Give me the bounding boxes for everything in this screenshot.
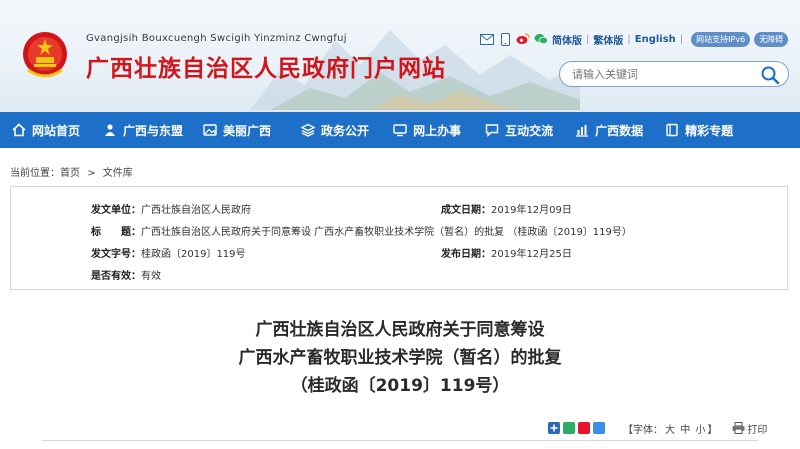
nav-label: 网上办事: [413, 123, 462, 138]
title-label: 标 题：: [91, 227, 141, 238]
separator: |: [627, 33, 631, 45]
search-input[interactable]: [572, 66, 752, 83]
nav-item-interaction[interactable]: 互动交流: [475, 112, 563, 148]
site-title[interactable]: 广西壮族自治区人民政府门户网站: [86, 49, 446, 83]
people-icon: [105, 124, 116, 136]
print-button[interactable]: 打印: [732, 421, 767, 436]
share-weibo-icon[interactable]: [578, 422, 590, 434]
issuer-row: 发文单位：广西壮族自治区人民政府: [91, 201, 251, 216]
simplified-link[interactable]: 简体版: [552, 32, 582, 47]
monitor-icon: [393, 124, 407, 137]
main-nav: 网站首页 广西与东盟 美丽广西 政务公开 网上办事 互动交流 广西数据 精彩专题: [0, 112, 800, 148]
document-title-line-2: 广西水产畜牧职业技术学院（暂名）的批复: [238, 348, 562, 368]
content-divider: [42, 440, 758, 441]
breadcrumb-separator: >: [87, 168, 96, 179]
nav-item-home[interactable]: 网站首页: [2, 112, 90, 148]
breadcrumb-prefix: 当前位置：: [10, 168, 60, 179]
nav-label: 互动交流: [505, 123, 554, 138]
valid-label: 是否有效：: [91, 271, 141, 282]
top-links: 简体版 | 繁体版 | English | 网站支持IPv6 无障碍: [480, 30, 789, 48]
nav-item-gov-affairs[interactable]: 政务公开: [291, 112, 379, 148]
share-wechat-icon[interactable]: [563, 422, 575, 434]
accessibility-badge[interactable]: 无障碍: [754, 31, 789, 47]
valid-value: 有效: [141, 271, 161, 282]
nav-item-topics[interactable]: 精彩专题: [655, 112, 743, 148]
book-icon: [666, 123, 678, 137]
font-size-control: 【字体：大 中 小】: [622, 421, 718, 436]
breadcrumb-home[interactable]: 首页: [60, 168, 80, 179]
nav-item-beautiful-guangxi[interactable]: 美丽广西: [193, 112, 281, 148]
issuer-value: 广西壮族自治区人民政府: [141, 205, 251, 216]
document-info-box: 发文单位：广西壮族自治区人民政府 成文日期：2019年12月09日 标 题：广西…: [10, 186, 788, 290]
printer-icon: [732, 422, 745, 434]
font-label: 【字体：: [623, 424, 663, 436]
nav-label: 精彩专题: [685, 123, 734, 138]
font-size-small[interactable]: 小: [695, 425, 705, 436]
home-icon: [12, 123, 26, 137]
title-value: 广西壮族自治区人民政府关于同意筹设 广西水产畜牧职业技术学院（暂名）的批复 （桂…: [141, 227, 632, 238]
nav-label: 广西与东盟: [123, 123, 184, 138]
font-size-large[interactable]: 大: [665, 425, 675, 436]
nav-item-online-service[interactable]: 网上办事: [383, 112, 471, 148]
font-close: 】: [707, 424, 718, 436]
number-row: 发文字号：桂政函〔2019〕119号: [91, 245, 246, 260]
mail-icon[interactable]: [480, 33, 494, 46]
date-row: 成文日期：2019年12月09日: [441, 201, 572, 216]
valid-row: 是否有效：有效: [91, 267, 161, 282]
date-label: 成文日期：: [441, 205, 491, 216]
number-label: 发文字号：: [91, 249, 141, 260]
weibo-icon[interactable]: [516, 33, 530, 46]
nav-item-asean[interactable]: 广西与东盟: [93, 112, 193, 148]
nav-label: 政务公开: [321, 123, 370, 138]
traditional-link[interactable]: 繁体版: [593, 32, 623, 47]
share-plus-icon[interactable]: [548, 422, 560, 434]
mobile-icon[interactable]: [498, 32, 512, 46]
english-link[interactable]: English: [635, 34, 676, 45]
document-title-line-1: 广西壮族自治区人民政府关于同意筹设: [255, 320, 545, 340]
document-title-line-3: （桂政函〔2019〕119号）: [290, 376, 510, 396]
number-value: 桂政函〔2019〕119号: [141, 249, 246, 260]
title-row: 标 题：广西壮族自治区人民政府关于同意筹设 广西水产畜牧职业技术学院（暂名）的批…: [91, 223, 632, 238]
pub-date-row: 发布日期：2019年12月25日: [441, 245, 572, 260]
pub-date-label: 发布日期：: [441, 249, 491, 260]
photo-icon: [203, 124, 217, 136]
ipv6-badge[interactable]: 网站支持IPv6: [691, 31, 751, 47]
national-emblem-icon: [23, 32, 67, 78]
nav-label: 网站首页: [32, 123, 81, 138]
layers-icon: [301, 123, 316, 137]
search-box: [559, 61, 789, 87]
search-icon[interactable]: [760, 65, 780, 85]
share-qq-icon[interactable]: [593, 422, 605, 434]
nav-label: 美丽广西: [223, 123, 272, 138]
date-value: 2019年12月09日: [491, 205, 572, 216]
chat-icon: [485, 124, 499, 137]
separator: |: [679, 33, 684, 45]
print-label: 打印: [747, 424, 768, 436]
article-tools: 【字体：大 中 小】 打印: [548, 420, 767, 436]
wechat-icon[interactable]: [534, 33, 548, 46]
issuer-label: 发文单位：: [91, 205, 141, 216]
nav-item-data[interactable]: 广西数据: [565, 112, 653, 148]
pub-date-value: 2019年12月25日: [491, 249, 572, 260]
font-size-medium[interactable]: 中: [680, 425, 690, 436]
separator: |: [586, 33, 590, 45]
nav-label: 广西数据: [595, 123, 644, 138]
breadcrumb: 当前位置：首页 > 文件库: [10, 164, 137, 179]
breadcrumb-current[interactable]: 文件库: [103, 168, 133, 179]
site-roman-name: Gvangjsih Bouxcuengh Swcigih Yinzminz Cw…: [86, 33, 347, 44]
header-banner: Gvangjsih Bouxcuengh Swcigih Yinzminz Cw…: [0, 0, 800, 112]
bar-chart-icon: [576, 125, 589, 137]
